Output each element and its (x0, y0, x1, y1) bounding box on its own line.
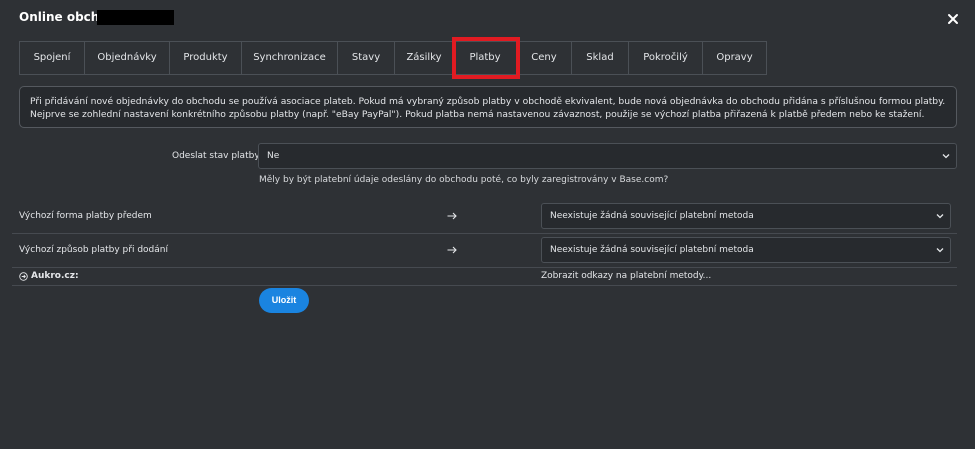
tab-ceny[interactable]: Ceny (517, 41, 572, 75)
settings-modal: Online obchod Spojení Objednávky Produkt… (0, 0, 975, 449)
send-status-value: Ne (267, 151, 280, 161)
redacted-shop-name (97, 10, 174, 25)
aukro-expand-toggle[interactable]: Aukro.cz: (19, 271, 79, 281)
prepayment-method-select[interactable]: Neexistuje žádná související platební me… (541, 203, 951, 229)
prepayment-method-value: Neexistuje žádná související platební me… (550, 211, 754, 221)
row-divider (12, 267, 957, 268)
chevron-down-icon (942, 154, 950, 159)
chevron-down-icon (936, 248, 944, 253)
save-button[interactable]: Uložit (259, 288, 309, 313)
row-divider (12, 233, 957, 234)
arrow-right-icon (447, 246, 457, 254)
aukro-label: Aukro.cz: (31, 271, 79, 281)
send-status-select[interactable]: Ne (258, 143, 957, 169)
info-line-2: Nejprve se zohlední nastavení konkrétníh… (30, 109, 925, 120)
tab-sklad[interactable]: Sklad (572, 41, 629, 75)
cod-label: Výchozí způsob platby při dodání (19, 245, 168, 255)
show-payment-links[interactable]: Zobrazit odkazy na platební metody... (541, 271, 711, 281)
send-status-label: Odeslat stav platby (172, 151, 260, 161)
tab-pokrocily[interactable]: Pokročilý (629, 41, 703, 75)
tab-bar: Spojení Objednávky Produkty Synchronizac… (19, 41, 767, 75)
tab-spojeni[interactable]: Spojení (19, 41, 85, 75)
tab-opravy[interactable]: Opravy (703, 41, 767, 75)
chevron-down-icon (936, 214, 944, 219)
send-status-hint: Měly by být platební údaje odeslány do o… (259, 175, 669, 185)
tab-objednavky[interactable]: Objednávky (85, 41, 170, 75)
cod-method-select[interactable]: Neexistuje žádná související platební me… (541, 237, 951, 263)
tab-zasilky[interactable]: Zásilky (395, 41, 454, 75)
arrow-circle-right-icon (19, 271, 28, 281)
row-divider (12, 285, 957, 286)
tab-produkty[interactable]: Produkty (170, 41, 242, 75)
prepayment-label: Výchozí forma platby předem (19, 211, 152, 221)
tab-stavy[interactable]: Stavy (338, 41, 395, 75)
info-line-1: Při přidávání nové objednávky do obchodu… (30, 96, 946, 107)
arrow-right-icon (447, 212, 457, 220)
close-icon[interactable] (944, 10, 962, 28)
tab-synchronizace[interactable]: Synchronizace (242, 41, 338, 75)
cod-method-value: Neexistuje žádná související platební me… (550, 245, 754, 255)
info-alert: Při přidávání nové objednávky do obchodu… (19, 86, 957, 128)
tab-platby[interactable]: Platby (454, 41, 517, 75)
